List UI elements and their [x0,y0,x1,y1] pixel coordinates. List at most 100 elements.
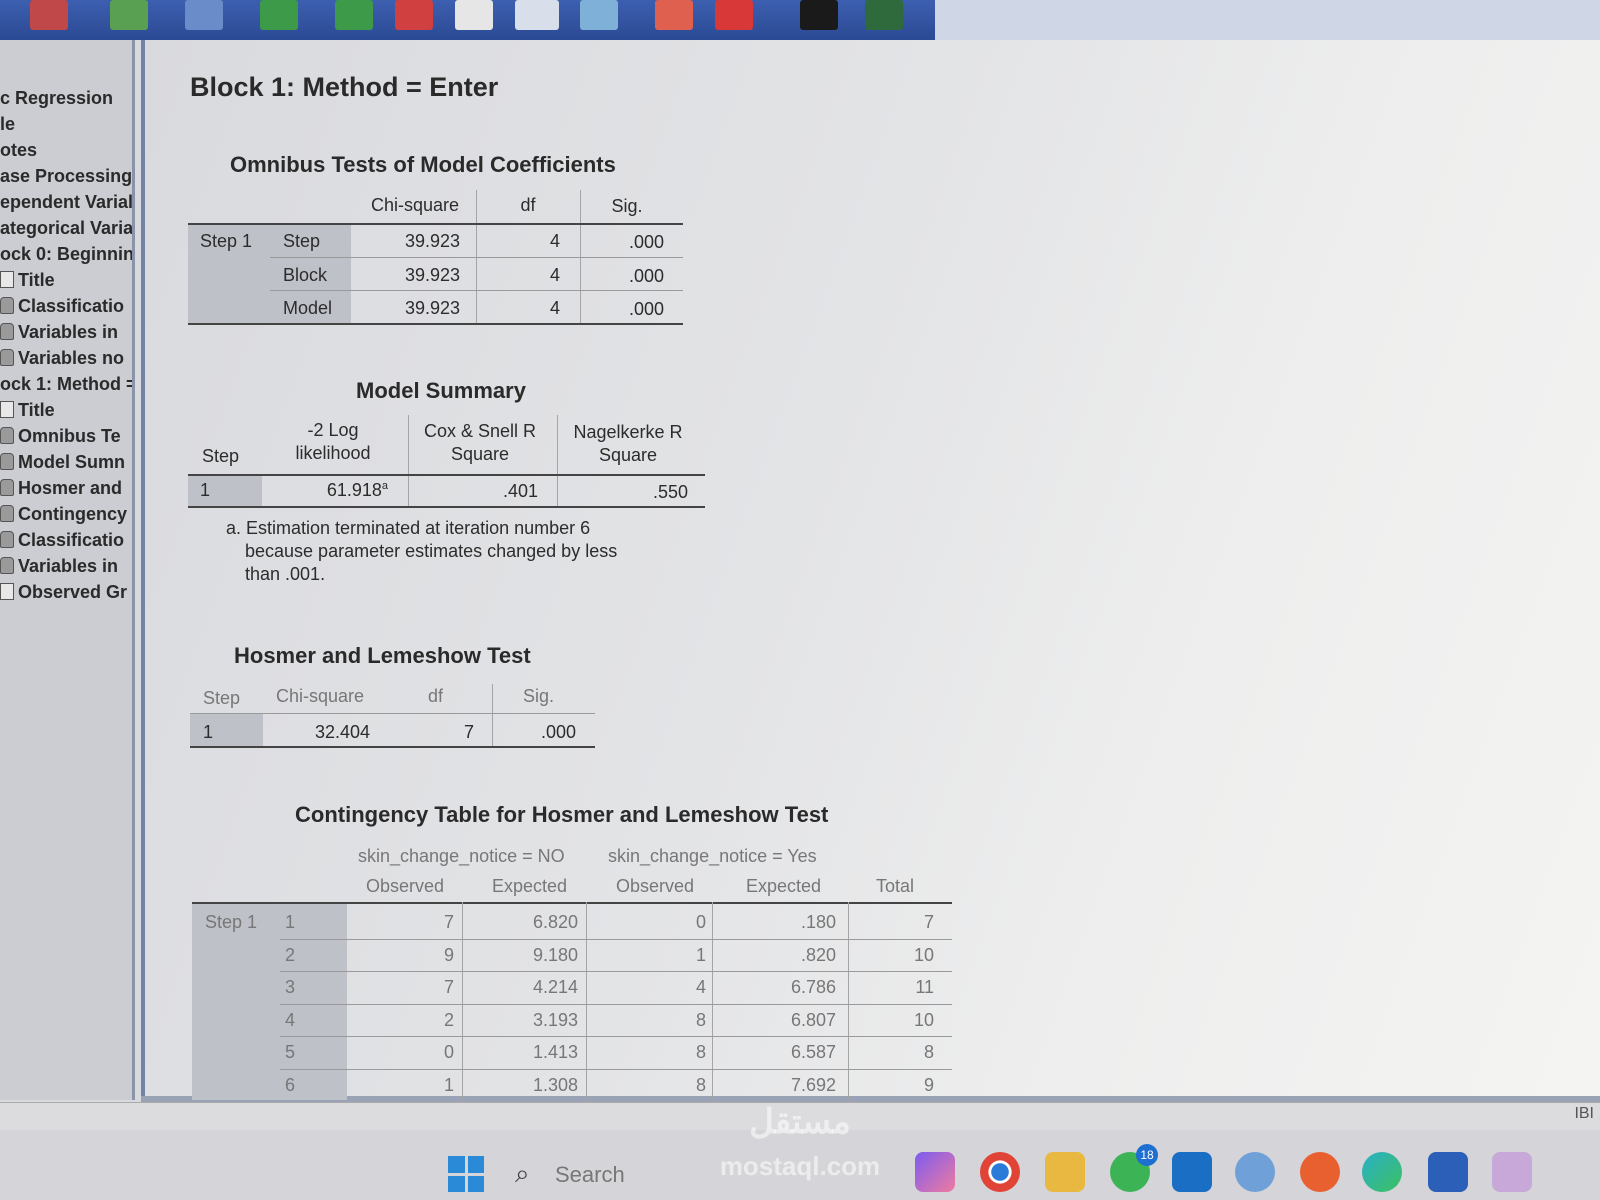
model-summary-cell-nagelkerke: .550 [652,482,688,502]
chart-document-icon [0,583,14,600]
contingency-cell-observed-yes: 1 [695,944,706,965]
copilot-icon[interactable] [915,1152,955,1192]
contingency-cell-total: 8 [923,1042,934,1062]
black-box-icon[interactable] [800,0,838,30]
omnibus-row-label: Model [283,298,333,318]
model-summary-col-divider [557,415,558,507]
contingency-cell-expected-yes: .180 [800,912,836,932]
insert-text-icon[interactable] [655,0,693,30]
contingency-cell-observed-yes: 8 [695,1042,706,1062]
file-explorer-icon[interactable] [1045,1152,1085,1192]
outline-item-case-processing[interactable]: ase Processing [0,166,132,192]
contingency-col-divider [586,902,587,1100]
outline-item-block0-title[interactable]: Title [0,270,132,296]
hosmer-cell-chi: 32.404 [314,722,370,742]
hosmer-header-df: df [428,686,444,706]
model-summary-ll-value: 61.918 [326,480,382,500]
arrow-down-icon[interactable] [260,0,298,30]
hosmer-header-step: Step [203,688,241,708]
outline-item-model-summary[interactable]: Model Sumn [0,452,132,478]
outline-item-notes[interactable]: otes [0,140,132,166]
outline-label: Model Sumn [18,452,125,472]
photos-icon[interactable] [1235,1152,1275,1192]
omnibus-group-label: Step 1 [200,231,253,251]
outline-label: Title [18,270,55,290]
outline-label: Hosmer and [18,478,123,498]
outline-item-block0-classification[interactable]: Classificatio [0,296,132,322]
contingency-cell-expected-no: 4.214 [532,977,578,997]
footnote-marker: a [381,480,388,492]
outline-item-omnibus[interactable]: Omnibus Te [0,426,132,452]
outline-item-title[interactable]: le [0,114,132,140]
outline-item-observed-groups[interactable]: Observed Gr [0,582,132,608]
contingency-header-observed: Observed [616,876,695,896]
omnibus-cell-sig: .000 [628,232,664,252]
contingency-cell-expected-no: 9.180 [532,944,578,965]
outline-item-block0-variables-not[interactable]: Variables no [0,348,132,374]
omnibus-cell-df: 4 [549,265,560,285]
whatsapp-icon[interactable]: 18 [1110,1144,1158,1192]
app-icon[interactable] [1492,1152,1532,1192]
arrow-up-icon[interactable] [335,0,373,30]
search-placeholder: Search [555,1162,625,1187]
hosmer-header-rule [190,713,595,714]
insert-grid-icon[interactable] [515,0,559,30]
find-icon[interactable] [30,0,68,30]
office-icon[interactable] [1300,1152,1340,1192]
search-icon: ⌕ [515,1158,530,1188]
word-icon[interactable] [1428,1152,1468,1192]
watermark: مستقل mostaql.com [700,1100,900,1190]
hosmer-cell-df: 7 [463,722,474,742]
contingency-header-expected: Expected [746,876,822,896]
contingency-cell-observed-no: 7 [443,977,454,997]
contingency-header-observed: Observed [366,876,445,896]
contingency-cell-observed-no: 9 [443,944,454,965]
omnibus-cell-chi: 39.923 [404,298,460,318]
outline-item-categorical-variables[interactable]: ategorical Varia [0,218,132,244]
contingency-row-rule [280,1036,952,1037]
outline-label: Contingency [18,504,128,524]
model-summary-title: Model Summary [356,378,526,403]
contingency-cell-row-number: 6 [285,1074,296,1095]
contingency-cell-expected-no: 6.820 [532,912,578,932]
windows-start-icon[interactable] [448,1156,484,1192]
outline-label: Omnibus Te [18,426,121,446]
hosmer-header-chi: Chi-square [276,686,365,706]
outline-label: Variables in [18,556,119,576]
go-to-case-icon[interactable] [110,0,148,30]
outline-item-block0-variables-in[interactable]: Variables in [0,322,132,348]
hosmer-header-sig: Sig. [523,686,555,706]
insert-heading-icon[interactable] [395,0,433,30]
outline-label: Variables in [18,322,119,342]
notification-badge: 18 [1136,1144,1158,1166]
outline-item-logistic-regression[interactable]: c Regression [0,88,132,114]
insert-chart-icon[interactable] [580,0,618,30]
outlook-icon[interactable] [1172,1152,1212,1192]
outline-item-block1-classification[interactable]: Classificatio [0,530,132,556]
hosmer-bottom-rule [190,746,595,748]
model-summary-header-coxsnell: Square [450,444,510,464]
edge-icon[interactable] [1362,1152,1402,1192]
chrome-icon[interactable] [980,1152,1020,1192]
outline-item-contingency[interactable]: Contingency [0,504,132,530]
outline-item-dependent-variable[interactable]: ependent Varial [0,192,132,218]
taskbar-search[interactable]: ⌕ Search [515,1154,635,1194]
omnibus-cell-sig: .000 [628,299,664,319]
contingency-cell-expected-yes: .820 [800,944,836,965]
contingency-title: Contingency Table for Hosmer and Lemesho… [295,802,829,827]
globe-icon[interactable] [865,0,903,30]
outline-item-hosmer[interactable]: Hosmer and [0,478,132,504]
outline-item-block1-title[interactable]: Title [0,400,132,426]
hosmer-cell-sig: .000 [540,722,576,742]
variables-icon[interactable] [185,0,223,30]
table-lock-icon [0,427,14,444]
contingency-header-rule [192,902,952,904]
document-icon [0,401,14,418]
contingency-cell-row-number: 2 [285,944,296,965]
outline-item-block-1[interactable]: ock 1: Method = [0,374,132,400]
outline-item-block1-variables-in[interactable]: Variables in [0,556,132,582]
outline-item-block-0[interactable]: ock 0: Beginnin [0,244,132,270]
delete-icon[interactable] [715,0,753,30]
insert-table-icon[interactable] [455,0,493,30]
model-summary-header-ll: likelihood [295,443,371,463]
